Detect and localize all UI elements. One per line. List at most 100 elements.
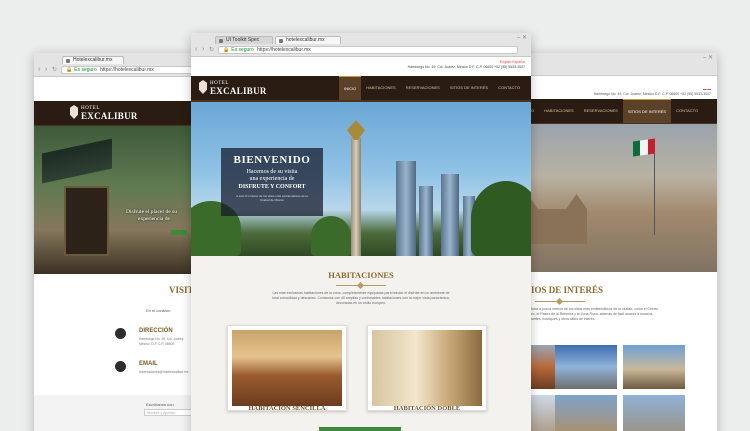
section-title: TIOS DE INTERÉS bbox=[525, 285, 604, 295]
hero-text-line2: experiencia de bbox=[138, 216, 170, 222]
tab-bar: UI Toolkit Spec hotelexcalibur.mx – ✕ bbox=[191, 33, 531, 44]
reload-icon[interactable]: ↻ bbox=[52, 66, 57, 74]
hero-text: Disfrute el placer de su experiencia de bbox=[126, 209, 177, 223]
welcome-line1: Hacemos de su visita bbox=[246, 169, 298, 175]
window-controls[interactable]: – ✕ bbox=[517, 34, 527, 41]
browser-tab[interactable]: Hotelexcalibur.mx bbox=[62, 56, 124, 64]
building-shape bbox=[441, 174, 459, 256]
room-label-sencilla: HABITACIÓN SENCILLA bbox=[248, 405, 326, 412]
newsletter-label: Escríbanos con bbox=[146, 402, 174, 407]
browser-tab-2[interactable]: hotelexcalibur.mx bbox=[275, 36, 341, 44]
section-divider bbox=[535, 299, 585, 303]
intro-text: En el corazón bbox=[146, 308, 171, 313]
topbar-address: Hamburgo No. 49, Col. Juárez, México D.F… bbox=[593, 92, 711, 96]
hero-image bbox=[507, 124, 717, 272]
main-menu: INICIO HABITACIONES RESERVACIONES SITIOS… bbox=[517, 99, 703, 123]
hero-banner: BIENVENIDO Hacemos de su visita una expe… bbox=[191, 102, 531, 256]
logo-line2: EXCALIBUR bbox=[81, 111, 138, 121]
flag-shape bbox=[633, 138, 655, 157]
favicon-icon bbox=[219, 38, 223, 43]
back-icon[interactable]: ‹ bbox=[195, 46, 197, 54]
section-title: HABITACIONES bbox=[328, 270, 394, 280]
favicon-icon bbox=[66, 58, 70, 63]
browser-window-center: UI Toolkit Spec hotelexcalibur.mx – ✕ ‹ … bbox=[191, 33, 531, 431]
url-bar-row: ‹ › ↻ 🔒 Es seguro https://hotelexcalibur.… bbox=[191, 44, 531, 56]
direccion-line2: México, D.F. C.P. 06600 bbox=[139, 342, 175, 346]
reload-icon[interactable]: ↻ bbox=[209, 46, 214, 54]
welcome-small: A sólo 8 minutos de los sitios más emble… bbox=[236, 194, 308, 202]
section-paragraph: Encontrará a pocos metros de los sitios … bbox=[521, 307, 658, 321]
tab-title: UI Toolkit Spec bbox=[226, 37, 260, 43]
back-icon[interactable]: ‹ bbox=[38, 66, 40, 74]
lock-icon: 🔒 bbox=[223, 47, 230, 53]
building-shape bbox=[419, 186, 433, 256]
site-header: INICIO HABITACIONES RESERVACIONES SITIOS… bbox=[507, 99, 717, 125]
menu-item-reservaciones[interactable]: RESERVACIONES bbox=[401, 76, 445, 100]
menu-item-habitaciones[interactable]: HABITACIONES bbox=[361, 76, 401, 100]
hero-button[interactable] bbox=[171, 230, 187, 235]
monument-shape bbox=[351, 138, 361, 256]
section-paragraph: Las más exclusivas habitaciones de la zo… bbox=[272, 291, 450, 305]
forward-icon[interactable]: › bbox=[202, 46, 204, 54]
thumbnail-5[interactable] bbox=[555, 395, 617, 431]
topbar-address: Hamburgo No. 49, Col. Juárez, México D.F… bbox=[407, 65, 525, 69]
menu-item-inicio[interactable]: INICIO bbox=[339, 76, 362, 100]
tree-shape bbox=[311, 216, 351, 256]
main-menu: INICIO HABITACIONES RESERVACIONES SITIOS… bbox=[339, 76, 525, 100]
menu-item-sitios[interactable]: SITIOS DE INTERÉS bbox=[622, 99, 672, 123]
site-header: HOTEL EXCALIBUR INICIO HABITACIONES RESE… bbox=[191, 76, 531, 102]
address-block: DIRECCIÓN Hamburgo No. 49, Col. Juárez M… bbox=[115, 328, 184, 346]
window-controls[interactable]: – ✕ bbox=[703, 54, 713, 61]
menu-item-contacto[interactable]: CONTACTO bbox=[493, 76, 525, 100]
tab-title: hotelexcalibur.mx bbox=[286, 37, 325, 43]
url-text: https://hotelexcalibur.mx bbox=[257, 47, 311, 53]
browser-tab-1[interactable]: UI Toolkit Spec bbox=[215, 36, 273, 44]
welcome-line3: DISFRUTE Y CONFORT bbox=[238, 184, 306, 190]
logo-line2: EXCALIBUR bbox=[210, 86, 267, 96]
lock-icon: 🔒 bbox=[66, 67, 73, 73]
shield-logo-icon bbox=[199, 80, 207, 94]
email-label: EMAIL bbox=[139, 361, 158, 367]
url-text: https://hotelexcalibur.mx bbox=[100, 67, 154, 73]
room-label-doble: HABITACIÓN DOBLE bbox=[393, 405, 461, 412]
secure-label: Es seguro bbox=[74, 67, 97, 73]
email-block: EMAIL reservaciones@hotelexcalibur.mx bbox=[115, 361, 188, 374]
thumbnail-6[interactable] bbox=[623, 395, 685, 431]
browser-chrome: UI Toolkit Spec hotelexcalibur.mx – ✕ ‹ … bbox=[191, 33, 531, 57]
section-divider bbox=[336, 283, 386, 287]
room-image bbox=[372, 330, 482, 406]
address-bar[interactable]: 🔒 Es seguro https://hotelexcalibur.mx bbox=[218, 46, 518, 54]
location-icon bbox=[115, 328, 126, 339]
email-icon bbox=[115, 361, 126, 372]
email-text[interactable]: reservaciones@hotelexcalibur.mx bbox=[139, 370, 188, 374]
welcome-box: BIENVENIDO Hacemos de su visita una expe… bbox=[221, 148, 323, 216]
thumbnail-2[interactable] bbox=[555, 345, 617, 389]
direccion-label: DIRECCIÓN bbox=[139, 328, 173, 334]
cta-button[interactable] bbox=[319, 427, 401, 431]
awning-shape bbox=[42, 138, 112, 184]
door-shape bbox=[64, 186, 109, 256]
tab-title: Hotelexcalibur.mx bbox=[73, 57, 113, 63]
room-image bbox=[232, 330, 342, 406]
language-flags[interactable]: ▬ ▬ bbox=[507, 79, 711, 92]
menu-item-sitios[interactable]: SITIOS DE INTERÉS bbox=[445, 76, 493, 100]
hero-text-line1: Disfrute el placer de su bbox=[126, 209, 178, 215]
shield-logo-icon bbox=[70, 105, 78, 119]
address-bar[interactable]: 🔒 Es seguro https://hotelexcalibur.mx bbox=[61, 66, 211, 74]
menu-item-habitaciones[interactable]: HABITACIONES bbox=[539, 99, 579, 123]
site-topbar: English Español Hamburgo No. 49, Col. Ju… bbox=[191, 57, 531, 76]
direccion-line1: Hamburgo No. 49, Col. Juárez bbox=[139, 337, 184, 341]
menu-item-reservaciones[interactable]: RESERVACIONES bbox=[579, 99, 623, 123]
room-card-doble[interactable] bbox=[367, 325, 487, 411]
room-card-sencilla[interactable] bbox=[227, 325, 347, 411]
flagpole-shape bbox=[654, 140, 655, 235]
welcome-title: BIENVENIDO bbox=[233, 154, 311, 166]
section-title: VISIT bbox=[169, 285, 194, 295]
forward-icon[interactable]: › bbox=[45, 66, 47, 74]
site-topbar: ▬ ▬ Hamburgo No. 49, Col. Juárez, México… bbox=[507, 76, 717, 99]
secure-label: Es seguro bbox=[231, 47, 254, 53]
browser-window-right: – ✕ ▬ ▬ Hamburgo No. 49, Col. Juárez, Mé… bbox=[507, 53, 717, 431]
menu-item-contacto[interactable]: CONTACTO bbox=[671, 99, 703, 123]
thumbnail-3[interactable] bbox=[623, 345, 685, 389]
building-shape bbox=[396, 161, 416, 256]
